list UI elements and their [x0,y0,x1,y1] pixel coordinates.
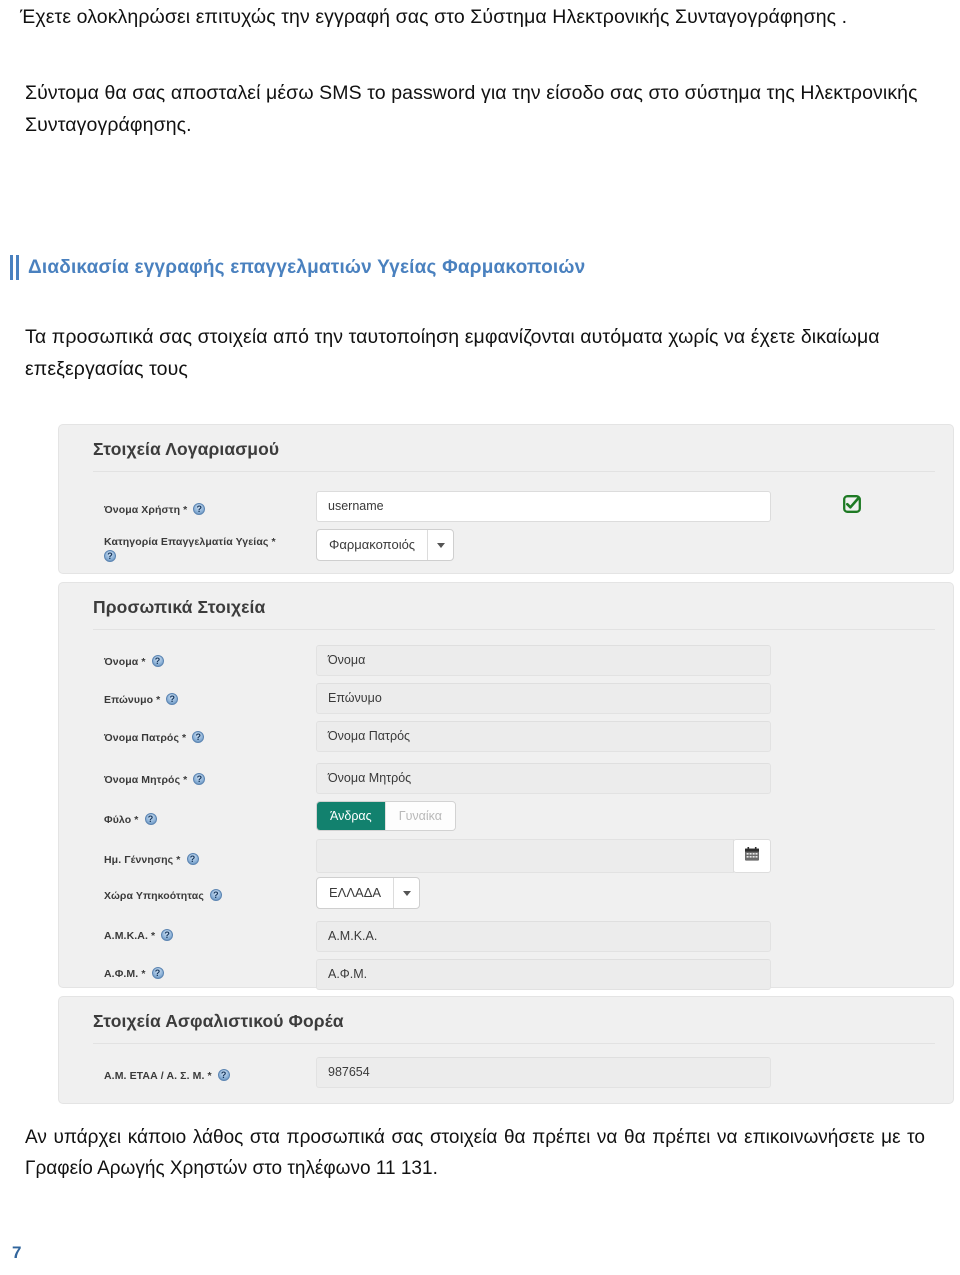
label-birthdate: Ημ. Γέννησης * [104,853,334,868]
label-amka-text: Α.Μ.Κ.Α. [104,930,148,942]
field-row-gender: Φύλο * Άνδρας Γυναίκα [59,801,955,839]
calendar-icon [744,846,760,867]
heading-bar-icon [10,255,19,280]
required-marker: * [183,774,188,786]
help-icon[interactable] [151,655,164,667]
label-username-text: Όνομα Χρήστη [104,504,181,516]
account-details-panel: Στοιχεία Λογαριασμού Όνομα Χρήστη * user… [58,424,954,574]
field-row-lastname: Επώνυμο * Επώνυμο [59,683,955,721]
username-input[interactable]: username [316,491,771,522]
note-paragraph: Τα προσωπικά σας στοιχεία από την ταυτοπ… [25,326,880,380]
label-category-text: Κατηγορία Επαγγελματία Υγείας [104,536,269,548]
field-row-category: Κατηγορία Επαγγελματία Υγείας * Φαρμακοπ… [59,529,955,567]
citizenship-select-value: ΕΛΛΑΔΑ [329,885,382,900]
help-icon[interactable] [186,853,199,865]
panel-divider [93,1043,935,1044]
label-lastname: Επώνυμο * [104,693,334,708]
panel-divider [93,629,935,630]
help-icon[interactable] [217,1069,230,1081]
personal-details-panel: Προσωπικά Στοιχεία Όνομα * Όνομα Επώνυμο… [58,582,955,990]
field-row-username: Όνομα Χρήστη * username [59,491,955,529]
label-username: Όνομα Χρήστη * [104,503,334,518]
required-marker: * [141,656,146,668]
required-marker: * [182,732,187,744]
label-afm: Α.Φ.Μ. * [104,967,334,982]
label-birthdate-text: Ημ. Γέννησης [104,854,174,866]
section-heading-text: Διαδικασία εγγραφής επαγγελματιών Υγείας… [28,256,586,278]
registration-form-screenshot: Στοιχεία Λογαριασμού Όνομα Χρήστη * user… [58,424,954,1104]
birthdate-field [316,839,771,875]
gender-toggle-group: Άνδρας Γυναίκα [316,801,456,831]
insurance-details-title: Στοιχεία Ασφαλιστικού Φορέα [93,1011,344,1031]
label-gender: Φύλο * [104,813,334,828]
birthdate-input[interactable] [316,839,734,873]
field-row-amka: Α.Μ.Κ.Α. * Α.Μ.Κ.Α. [59,917,955,955]
label-citizenship-text: Χώρα Υπηκοότητας [104,890,204,902]
help-icon[interactable] [161,929,174,941]
field-row-firstname: Όνομα * Όνομα [59,645,955,683]
fathername-input[interactable]: Όνομα Πατρός [316,721,771,752]
amka-input[interactable]: Α.Μ.Κ.Α. [316,921,771,952]
help-icon[interactable] [151,967,164,979]
label-lastname-text: Επώνυμο [104,694,154,706]
section-heading: Διαδικασία εγγραφής επαγγελματιών Υγείας… [10,255,585,280]
personal-details-title: Προσωπικά Στοιχεία [93,597,266,617]
help-icon[interactable] [193,503,206,515]
insurance-details-panel: Στοιχεία Ασφαλιστικού Φορέα Α.Μ. ΕΤΑΑ / … [58,996,954,1104]
chevron-down-icon[interactable] [393,878,419,908]
intro-paragraph-1: Έχετε ολοκληρώσει επιτυχώς την εγγραφή σ… [20,6,848,28]
help-icon[interactable] [166,693,179,705]
footer-paragraph: Αν υπάρχει κάποιο λάθος στα προσωπικά σα… [25,1127,925,1179]
gender-option-female[interactable]: Γυναίκα [384,802,455,830]
lastname-input[interactable]: Επώνυμο [316,683,771,714]
required-marker: * [151,930,156,942]
label-fathername-text: Όνομα Πατρός [104,732,180,744]
label-firstname: Όνομα * [104,655,334,670]
calendar-icon-button[interactable] [733,839,771,873]
field-row-afm: Α.Φ.Μ. * Α.Φ.Μ. [59,955,955,993]
label-afm-text: Α.Φ.Μ. [104,968,139,980]
field-row-mothername: Όνομα Μητρός * Όνομα Μητρός [59,759,955,797]
required-marker: * [271,536,276,548]
mothername-input[interactable]: Όνομα Μητρός [316,763,771,794]
required-marker: * [207,1070,212,1082]
help-icon[interactable] [192,731,205,743]
required-marker: * [176,854,181,866]
label-mothername-text: Όνομα Μητρός [104,774,181,786]
intro-paragraph-2: Σύντομα θα σας αποσταλεί μέσω SMS το pas… [25,82,918,136]
label-amka: Α.Μ.Κ.Α. * [104,929,334,944]
help-icon[interactable] [209,889,222,901]
help-icon[interactable] [144,813,157,825]
required-marker: * [141,968,146,980]
citizenship-select[interactable]: ΕΛΛΑΔΑ [316,877,421,909]
label-mothername: Όνομα Μητρός * [104,773,334,788]
label-gender-text: Φύλο [104,814,132,826]
category-select[interactable]: Φαρμακοποιός [316,529,455,561]
page-number: 7 [12,1243,22,1262]
label-citizenship: Χώρα Υπηκοότητας [104,889,334,904]
required-marker: * [183,504,188,516]
insurance-number-input[interactable]: 987654 [316,1057,771,1088]
field-row-birthdate: Ημ. Γέννησης * [59,839,955,877]
help-icon[interactable] [104,550,116,563]
gender-option-male[interactable]: Άνδρας [317,802,385,830]
field-row-citizenship: Χώρα Υπηκοότητας ΕΛΛΑΔΑ [59,877,955,915]
chevron-down-icon[interactable] [427,530,453,560]
label-firstname-text: Όνομα [104,656,139,668]
account-details-title: Στοιχεία Λογαριασμού [93,439,280,459]
firstname-input[interactable]: Όνομα [316,645,771,676]
required-marker: * [134,814,139,826]
label-fathername: Όνομα Πατρός * [104,731,334,746]
label-insurance-number: Α.Μ. ΕΤΑΑ / Α. Σ. Μ. * [104,1069,334,1084]
afm-input[interactable]: Α.Φ.Μ. [316,959,771,990]
field-row-insurance-number: Α.Μ. ΕΤΑΑ / Α. Σ. Μ. * 987654 [59,1057,955,1095]
label-category: Κατηγορία Επαγγελματία Υγείας * [104,535,334,565]
panel-divider [93,471,935,472]
category-select-value: Φαρμακοποιός [329,537,416,552]
label-insurance-number-text: Α.Μ. ΕΤΑΑ / Α. Σ. Μ. [104,1070,205,1082]
required-marker: * [156,694,161,706]
help-icon[interactable] [193,773,206,785]
field-row-fathername: Όνομα Πατρός * Όνομα Πατρός [59,721,955,759]
check-square-icon [843,495,861,513]
